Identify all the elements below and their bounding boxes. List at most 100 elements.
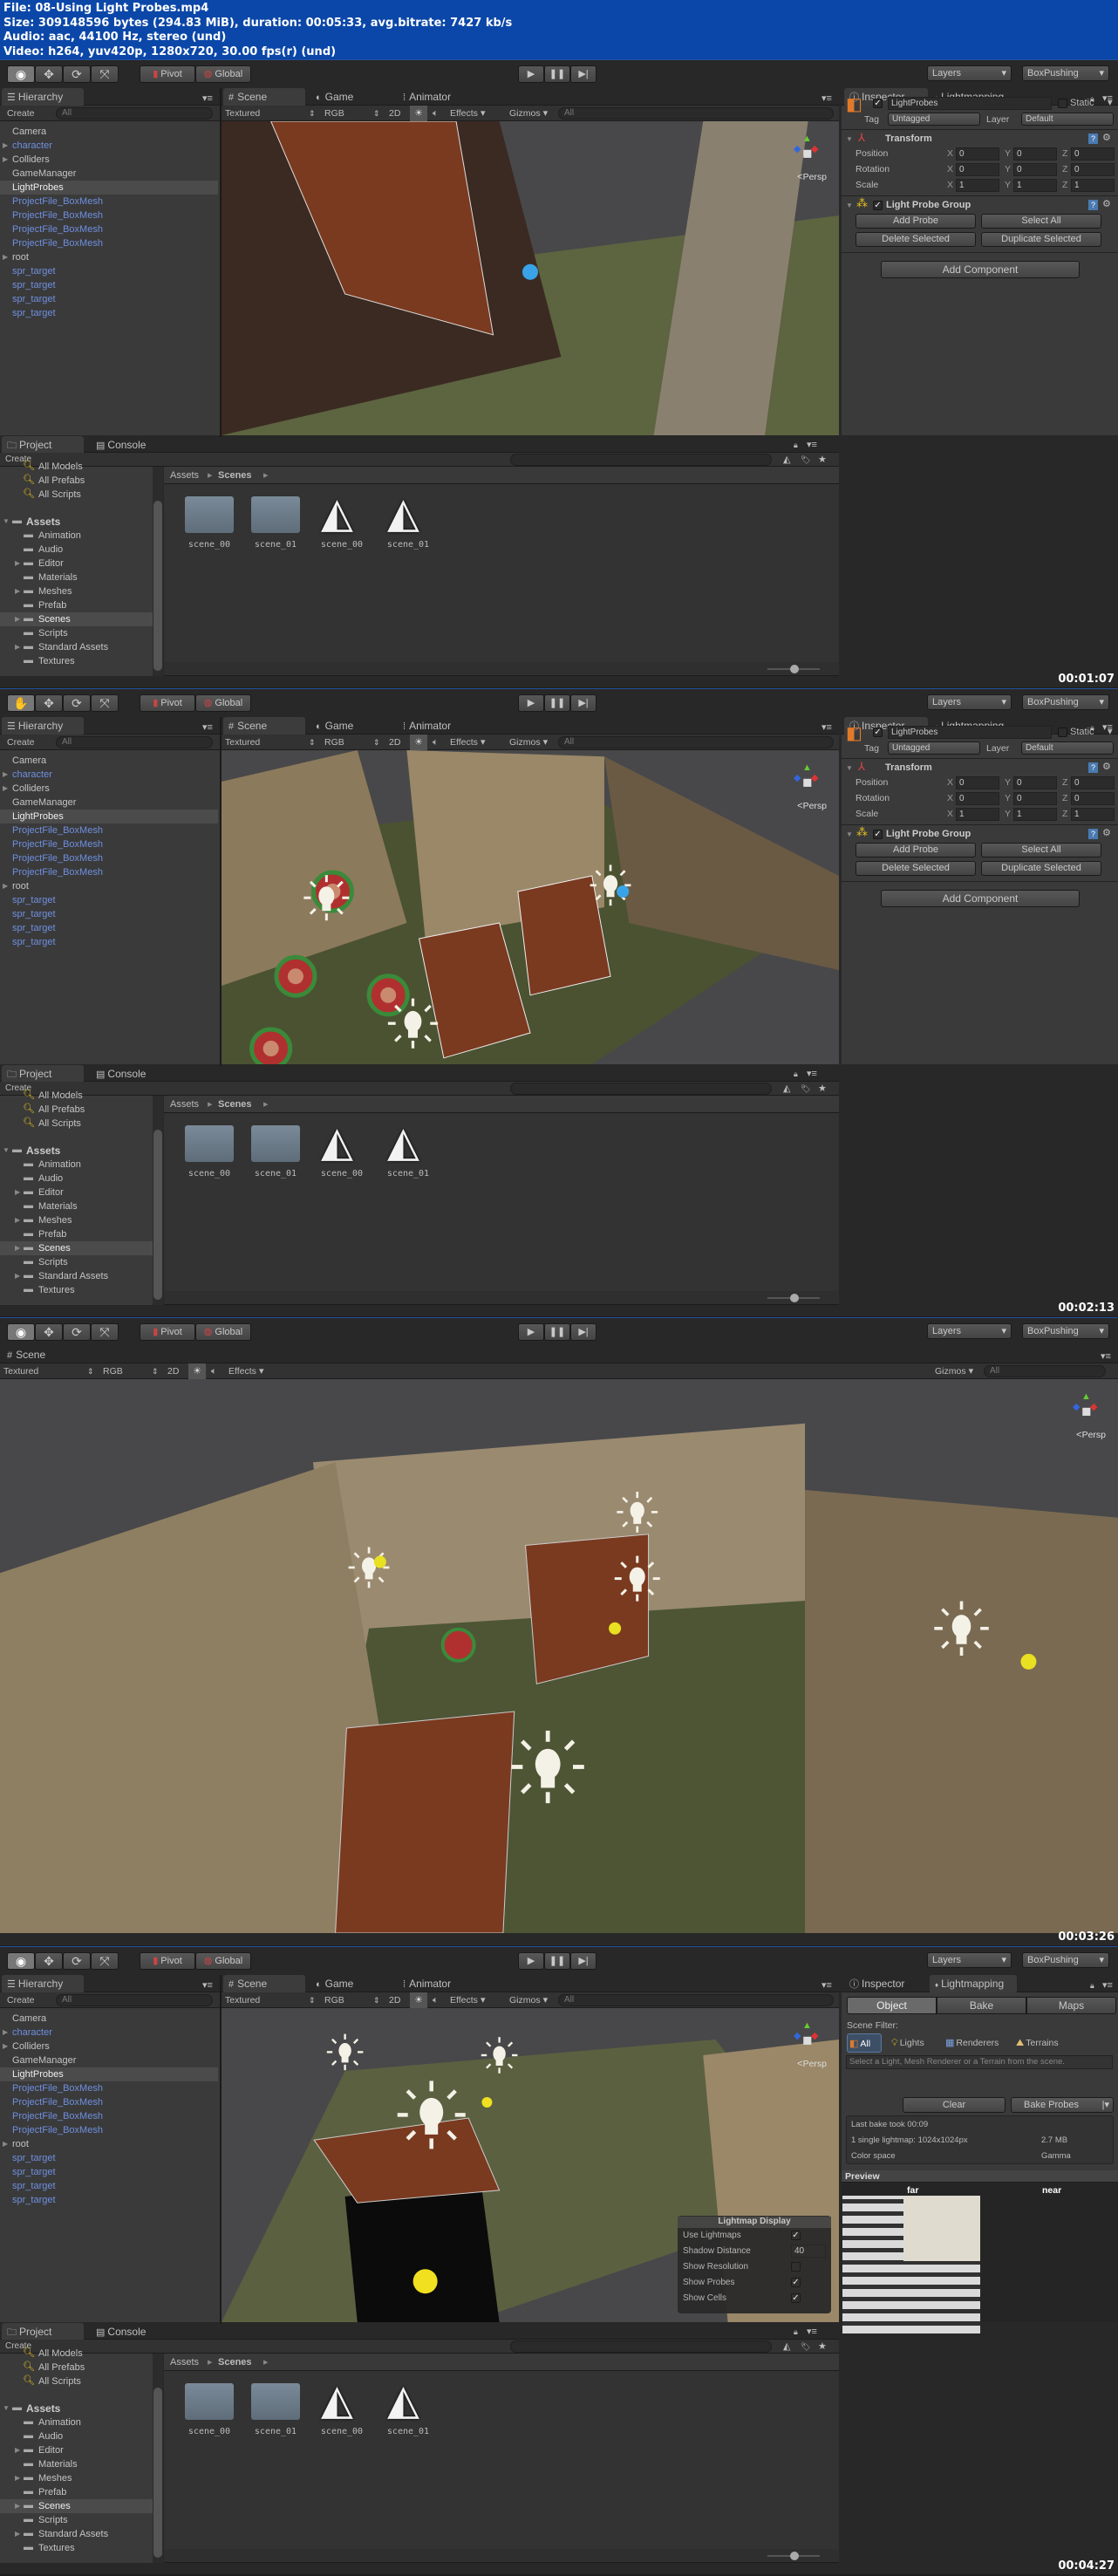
transform-position-x-field[interactable]: 0 xyxy=(956,147,999,161)
transform-rotation-z-field[interactable]: 0 xyxy=(1071,163,1115,176)
project-folder[interactable]: ▬ Scripts xyxy=(0,2513,153,2527)
scale-tool-button[interactable]: ⤧ xyxy=(91,65,119,83)
hierarchy-item[interactable]: ProjectFile_BoxMesh xyxy=(0,222,218,236)
hierarchy-item[interactable]: GameManager xyxy=(0,167,218,181)
project-folder[interactable]: ▶ ▬ Editor xyxy=(0,1186,153,1199)
projection-label[interactable]: <Persp xyxy=(797,801,827,811)
breadcrumb-scenes[interactable]: Scenes xyxy=(218,470,252,481)
static-checkbox[interactable] xyxy=(1058,728,1067,737)
tab-scene[interactable]: # Scene xyxy=(2,1346,84,1363)
rotate-tool-button[interactable]: ⟳ xyxy=(63,1952,91,1970)
hierarchy-item[interactable]: spr_target xyxy=(0,264,218,278)
orientation-gizmo[interactable]: ▲ ◆ ◆ ◼ xyxy=(792,133,823,168)
pivot-toggle[interactable]: ▮ Pivot xyxy=(140,694,195,712)
layers-dropdown[interactable]: Layers ▾ xyxy=(927,1323,1012,1339)
lighting-toggle[interactable]: ☀ xyxy=(410,1992,427,2008)
channel-dropdown[interactable]: RGB ⇕ xyxy=(324,1995,385,2005)
tab-animator[interactable]: ⁞ Animator xyxy=(398,88,480,106)
mode-bake-button[interactable]: Bake xyxy=(937,1997,1026,2014)
favorite-item[interactable]: 🔍︎ All Scripts xyxy=(0,488,81,502)
breadcrumb-assets[interactable]: Assets xyxy=(170,470,199,481)
asset-item[interactable]: scene_01 xyxy=(248,489,303,550)
overlay-show-probes-checkbox[interactable]: ✓ xyxy=(791,2278,801,2287)
assets-root[interactable]: ▼ ▬ Assets xyxy=(0,2402,60,2415)
asset-item[interactable]: ◭ scene_01 xyxy=(380,2376,436,2437)
tab-hierarchy[interactable]: ☰ Hierarchy xyxy=(2,1975,84,1992)
hierarchy-search[interactable]: All xyxy=(56,1994,213,2006)
assets-root[interactable]: ▼ ▬ Assets xyxy=(0,515,60,529)
global-toggle[interactable]: ◍ Global xyxy=(195,65,251,83)
effects-dropdown[interactable]: Effects ▾ xyxy=(228,1366,263,1377)
project-folder[interactable]: ▶ ▬ Scenes xyxy=(0,2499,153,2513)
project-folder[interactable]: ▬ Animation xyxy=(0,529,153,543)
lighting-toggle[interactable]: ☀ xyxy=(188,1363,206,1379)
project-folder[interactable]: ▬ Prefab xyxy=(0,598,153,612)
bake-probes-button[interactable]: Bake Probes |▾ xyxy=(1011,2097,1114,2113)
render-mode-dropdown[interactable]: Textured ⇕ xyxy=(225,737,321,748)
hierarchy-item[interactable]: ▶ Colliders xyxy=(0,153,218,167)
hierarchy-item[interactable]: spr_target xyxy=(0,2165,218,2179)
channel-dropdown[interactable]: RGB ⇕ xyxy=(324,108,385,119)
gizmos-dropdown[interactable]: Gizmos ▾ xyxy=(509,737,548,748)
duplicate-selected-button[interactable]: Duplicate Selected xyxy=(981,232,1101,247)
project-folder[interactable]: ▬ Audio xyxy=(0,2429,153,2443)
project-folder[interactable]: ▶ ▬ Scenes xyxy=(0,1241,153,1255)
delete-selected-button[interactable]: Delete Selected xyxy=(856,861,976,876)
step-button[interactable]: ▶| xyxy=(570,1952,596,1970)
rotate-tool-button[interactable]: ⟳ xyxy=(63,694,91,712)
view-tool-button[interactable]: ◉ xyxy=(7,65,35,83)
tab-project[interactable]: 🗀︎ Project xyxy=(2,2323,84,2340)
effects-dropdown[interactable]: Effects ▾ xyxy=(450,737,485,748)
projection-label[interactable]: <Persp xyxy=(1076,1430,1106,1440)
favorite-item[interactable]: 🔍︎ All Models xyxy=(0,2347,83,2361)
project-search[interactable] xyxy=(510,454,772,466)
global-toggle[interactable]: ◍ Global xyxy=(195,694,251,712)
transform-scale-x-field[interactable]: 1 xyxy=(956,179,999,192)
hierarchy-item[interactable]: Camera xyxy=(0,2012,218,2026)
project-search[interactable] xyxy=(510,1083,772,1095)
project-folder[interactable]: ▬ Textures xyxy=(0,654,153,668)
global-toggle[interactable]: ◍ Global xyxy=(195,1952,251,1970)
transform-scale-y-field[interactable]: 1 xyxy=(1013,179,1057,192)
transform-rotation-x-field[interactable]: 0 xyxy=(956,792,999,805)
play-button[interactable]: ▶ xyxy=(518,1323,544,1341)
hierarchy-item[interactable]: GameManager xyxy=(0,796,218,810)
tab-scene[interactable]: # Scene xyxy=(223,88,305,106)
project-folder[interactable]: ▬ Audio xyxy=(0,1172,153,1186)
breadcrumb-assets[interactable]: Assets xyxy=(170,2357,199,2368)
project-folder[interactable]: ▶ ▬ Scenes xyxy=(0,612,153,626)
move-tool-button[interactable]: ✥ xyxy=(35,1952,63,1970)
layer-dropdown[interactable]: Default xyxy=(1021,113,1114,126)
projection-label[interactable]: <Persp xyxy=(797,2059,827,2069)
gizmos-dropdown[interactable]: Gizmos ▾ xyxy=(509,1995,548,2005)
add-component-button[interactable]: Add Component xyxy=(881,261,1080,278)
effects-dropdown[interactable]: Effects ▾ xyxy=(450,108,485,119)
play-button[interactable]: ▶ xyxy=(518,1952,544,1970)
tab-game[interactable]: ◐ Game xyxy=(310,1975,392,1992)
hierarchy-item[interactable]: LightProbes xyxy=(0,181,218,195)
hierarchy-item[interactable]: spr_target xyxy=(0,2193,218,2207)
tab-console[interactable]: ▤ Console xyxy=(91,436,160,454)
project-folder[interactable]: ▬ Prefab xyxy=(0,1227,153,1241)
hierarchy-item[interactable]: ProjectFile_BoxMesh xyxy=(0,823,218,837)
filter-renderers-button[interactable]: ▦ Renderers xyxy=(944,2033,1003,2053)
layout-dropdown[interactable]: BoxPushing ▾ xyxy=(1022,65,1109,81)
overlay-use-lightmaps-checkbox[interactable]: ✓ xyxy=(791,2231,801,2240)
layer-dropdown[interactable]: Default xyxy=(1021,741,1114,755)
clear-button[interactable]: Clear xyxy=(903,2097,1006,2113)
hierarchy-item[interactable]: spr_target xyxy=(0,893,218,907)
tab-scene[interactable]: # Scene xyxy=(223,717,305,735)
slider-thumb[interactable] xyxy=(790,1294,799,1302)
transform-scale-x-field[interactable]: 1 xyxy=(956,808,999,821)
asset-item[interactable]: ◭ scene_00 xyxy=(314,2376,370,2437)
breadcrumb-scenes[interactable]: Scenes xyxy=(218,2357,252,2368)
create-dropdown[interactable]: Create xyxy=(7,1995,35,2005)
tab-inspector[interactable]: ⓘ Inspector xyxy=(844,1975,928,1992)
render-mode-dropdown[interactable]: Textured ⇕ xyxy=(225,108,321,119)
scale-tool-button[interactable]: ⤧ xyxy=(91,694,119,712)
channel-dropdown[interactable]: RGB ⇕ xyxy=(103,1366,164,1377)
favorite-item[interactable]: 🔍︎ All Scripts xyxy=(0,1117,81,1131)
hierarchy-item[interactable]: spr_target xyxy=(0,306,218,320)
tab-hierarchy[interactable]: ☰ Hierarchy xyxy=(2,717,84,735)
transform-position-x-field[interactable]: 0 xyxy=(956,776,999,789)
